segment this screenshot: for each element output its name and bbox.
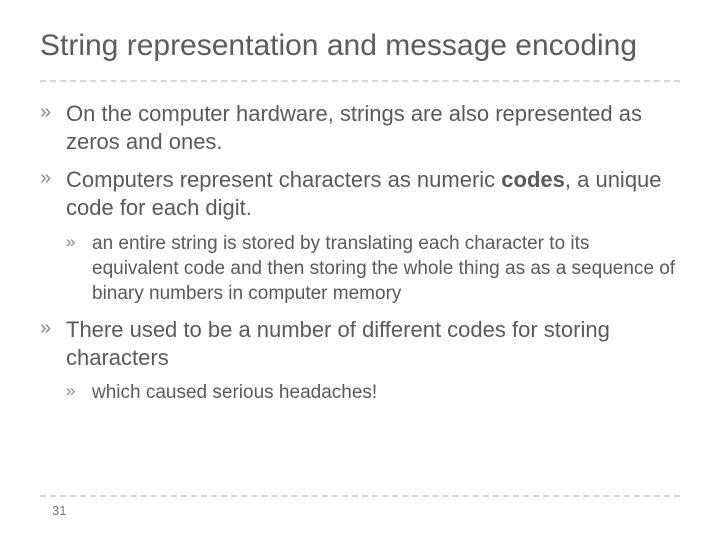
divider-bottom [40, 495, 680, 497]
bullet-item: Computers represent characters as numeri… [40, 166, 680, 306]
page-number: 31 [40, 503, 680, 518]
bullet-item: There used to be a number of different c… [40, 316, 680, 405]
sub-bullet-list: which caused serious headaches! [66, 380, 680, 405]
bullet-item: On the computer hardware, strings are al… [40, 100, 680, 156]
slide-title: String representation and message encodi… [40, 28, 680, 64]
sub-bullet-item: which caused serious headaches! [66, 380, 680, 405]
slide-footer: 31 [40, 495, 680, 518]
sub-bullet-list: an entire string is stored by translatin… [66, 231, 680, 306]
sub-bullet-item: an entire string is stored by translatin… [66, 231, 680, 306]
bullet-text: There used to be a number of different c… [66, 317, 610, 370]
sub-bullet-text: an entire string is stored by translatin… [92, 233, 675, 304]
bullet-text-bold: codes [501, 167, 565, 192]
bullet-text: Computers represent characters as numeri… [66, 167, 501, 192]
divider-top [40, 80, 680, 82]
bullet-text: On the computer hardware, strings are al… [66, 101, 642, 154]
slide-container: String representation and message encodi… [0, 0, 720, 540]
sub-bullet-text: which caused serious headaches! [92, 382, 377, 403]
bullet-list: On the computer hardware, strings are al… [40, 100, 680, 405]
